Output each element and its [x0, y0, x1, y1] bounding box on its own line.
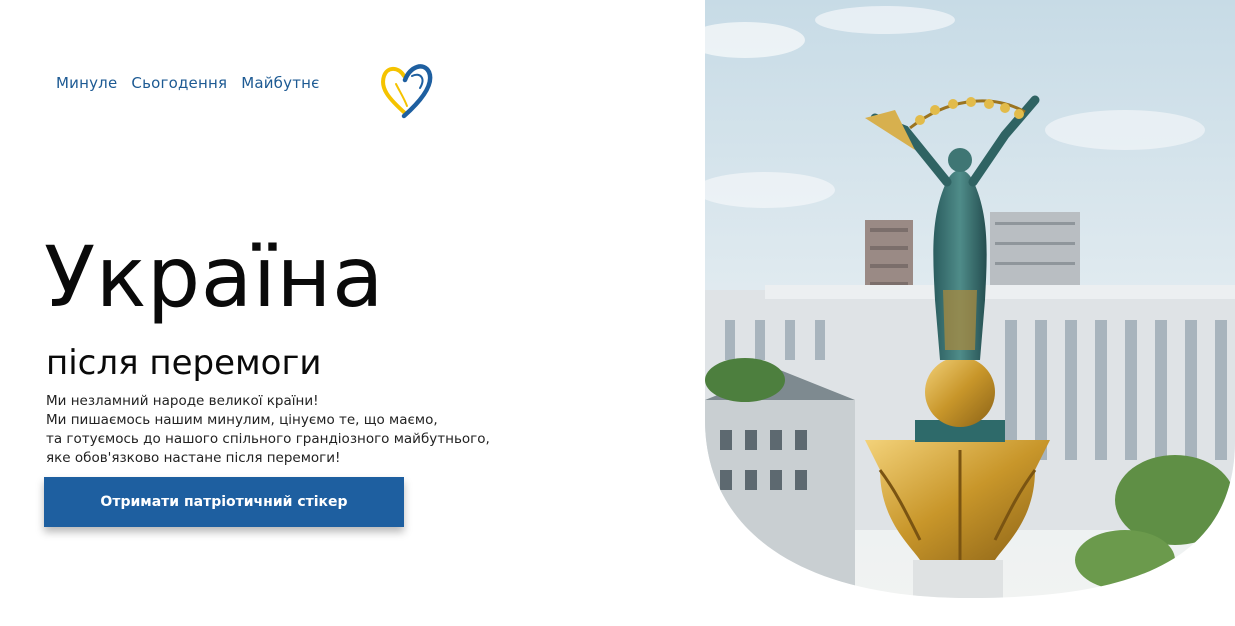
page-title: Україна: [44, 228, 384, 326]
lead-line-3: та готуємось до нашого спільного грандіо…: [46, 431, 490, 447]
lead-text: Ми незламний народе великої країни! Ми п…: [46, 392, 566, 468]
nav-item-future[interactable]: Майбутнє: [241, 74, 319, 92]
lead-line-1: Ми незламний народе великої країни!: [46, 393, 319, 409]
lead-line-2: Ми пишаємось нашим минулим, цінуємо те, …: [46, 412, 438, 428]
main-nav: Минуле Сьогодення Майбутнє: [56, 74, 320, 92]
nav-item-present[interactable]: Сьогодення: [131, 74, 227, 92]
page-subtitle: після перемоги: [46, 343, 322, 383]
nav-item-past[interactable]: Минуле: [56, 74, 117, 92]
lead-line-4: яке обов'язково настане після перемоги!: [46, 450, 341, 466]
hero-image: [705, 0, 1235, 598]
get-sticker-button[interactable]: Отримати патріотичний стікер: [44, 477, 404, 527]
heart-logo-icon[interactable]: [378, 58, 434, 120]
